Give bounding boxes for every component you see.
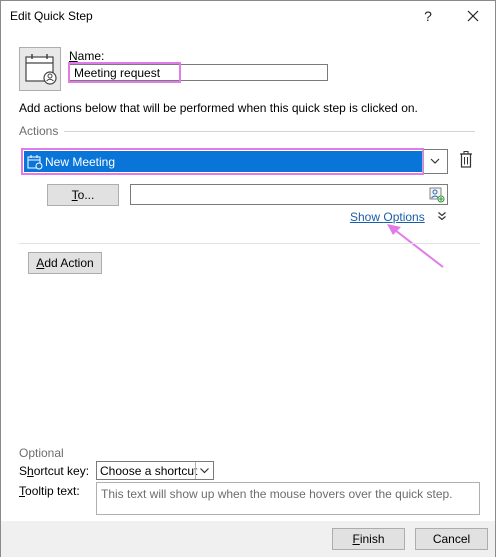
dialog-footer: Finish Cancel xyxy=(1,521,495,557)
tooltip-placeholder: This text will show up when the mouse ho… xyxy=(101,487,453,501)
calendar-icon xyxy=(25,54,57,85)
chevron-down-icon xyxy=(430,158,440,164)
name-label-accel: N xyxy=(69,49,78,63)
to-button-rest: o... xyxy=(77,188,95,202)
shortcut-label-post: ortcut key: xyxy=(33,464,90,478)
add-action-button[interactable]: Add Action xyxy=(28,252,102,274)
actions-divider xyxy=(19,131,475,132)
action-dropdown[interactable]: New Meeting xyxy=(21,148,448,175)
to-recipients-input[interactable] xyxy=(130,184,448,205)
actions-group-label: Actions xyxy=(19,124,65,138)
trash-icon xyxy=(460,151,472,168)
finish-button[interactable]: Finish xyxy=(332,528,405,550)
to-button[interactable]: To... xyxy=(47,184,119,206)
title-bar: Edit Quick Step ? xyxy=(1,1,495,32)
close-icon xyxy=(467,10,479,22)
name-input[interactable]: Meeting request xyxy=(68,62,328,83)
tooltip-text-label: Tooltip text: xyxy=(19,484,80,498)
name-input-value: Meeting request xyxy=(74,66,161,80)
name-label-rest: ame: xyxy=(77,49,105,63)
instructions-text: Add actions below that will be performed… xyxy=(19,101,418,115)
shortcut-key-label: Shortcut key: xyxy=(19,464,89,478)
dialog-title: Edit Quick Step xyxy=(10,9,93,23)
action-label: New Meeting xyxy=(45,155,116,169)
actions-separator xyxy=(19,243,480,244)
edit-quick-step-dialog: Edit Quick Step ? Name: Meeting request … xyxy=(0,0,496,557)
optional-group-label: Optional xyxy=(19,446,70,460)
action-selected-item: New Meeting xyxy=(21,148,424,175)
chevron-down-icon xyxy=(200,468,209,474)
shortcut-key-value: Choose a shortcut xyxy=(100,464,198,478)
shortcut-label-accel: h xyxy=(27,464,34,478)
show-options-pre: Show xyxy=(350,210,384,224)
quick-step-icon-button[interactable] xyxy=(19,47,61,91)
meeting-icon xyxy=(27,155,43,170)
close-button[interactable] xyxy=(458,3,488,29)
shortcut-dropdown-arrow[interactable] xyxy=(195,462,213,479)
tooltip-label-accel: o xyxy=(25,484,32,498)
cancel-button[interactable]: Cancel xyxy=(415,528,488,550)
action-dropdown-arrow[interactable] xyxy=(422,150,447,173)
shortcut-label-pre: S xyxy=(19,464,28,478)
annotation-arrow xyxy=(387,224,444,268)
tooltip-label-post: oltip text: xyxy=(31,484,80,498)
name-label: Name: xyxy=(69,49,104,63)
help-button[interactable]: ? xyxy=(413,3,443,29)
add-action-rest: dd Action xyxy=(44,256,94,270)
address-book-icon[interactable] xyxy=(429,187,445,203)
finish-rest: inish xyxy=(359,532,385,546)
tooltip-text-input[interactable]: This text will show up when the mouse ho… xyxy=(96,482,480,515)
delete-action-button[interactable] xyxy=(459,150,473,170)
finish-accel: F xyxy=(352,532,360,546)
shortcut-key-dropdown[interactable]: Choose a shortcut xyxy=(96,461,214,480)
